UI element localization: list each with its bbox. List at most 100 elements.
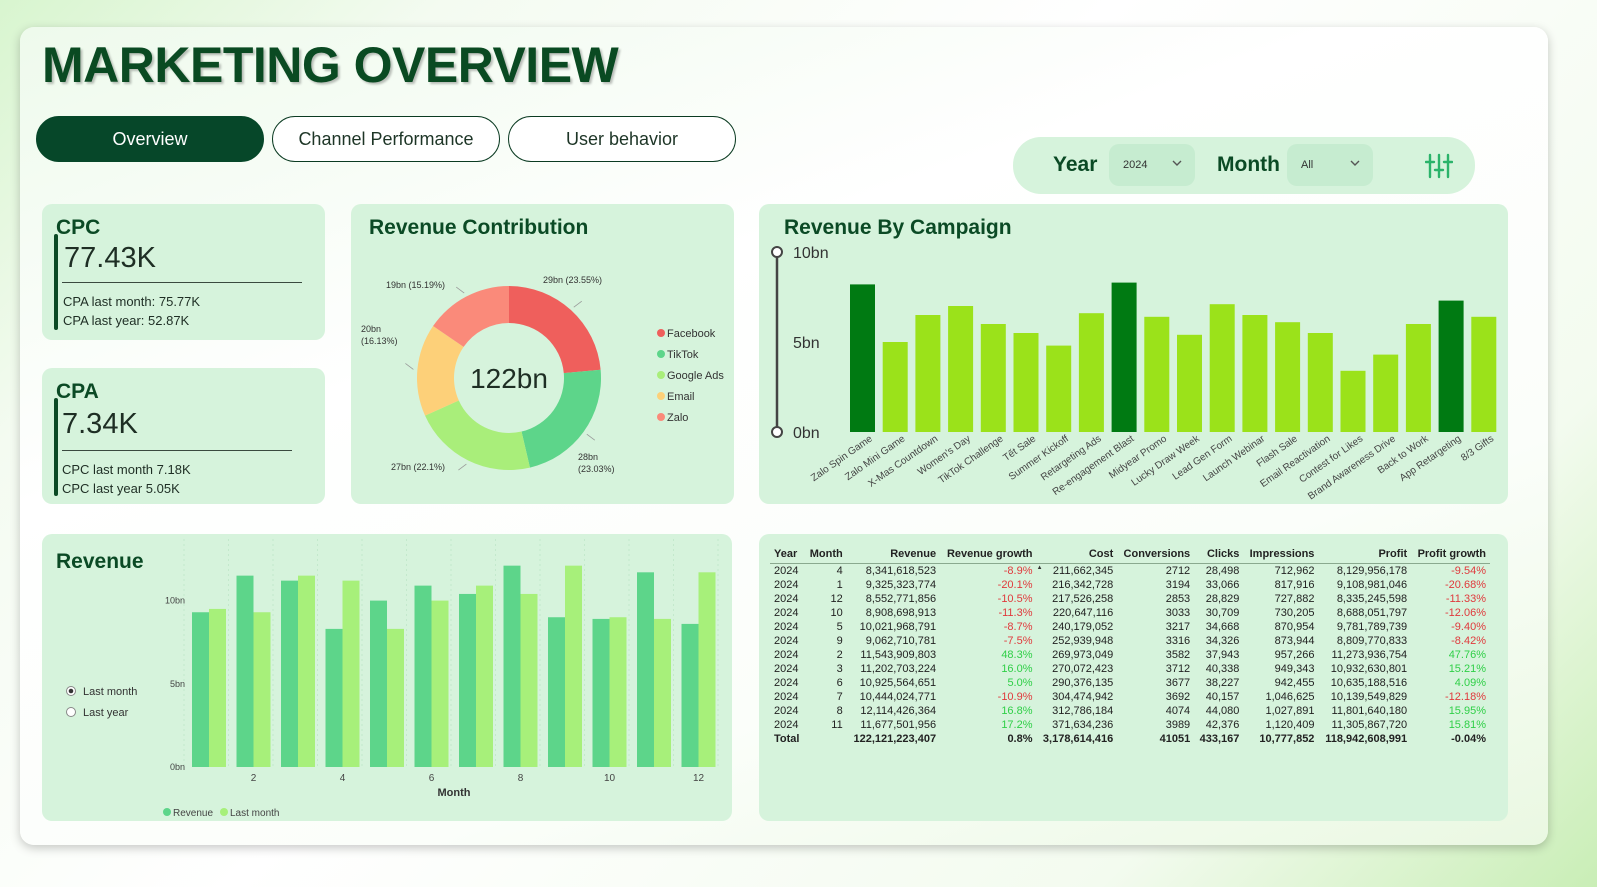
revenue-bar[interactable] [370, 600, 387, 767]
range-slider-handle-top[interactable] [771, 246, 783, 258]
table-row[interactable]: 2024 8 12,114,426,364 16.8% 312,786,184 4074 4… [770, 704, 1490, 718]
table-row[interactable]: 2024 2 11,543,909,803 48.3% 269,973,049 3582 3… [770, 648, 1490, 662]
campaign-bar[interactable] [1242, 315, 1268, 432]
table-cell: -10.5% [997, 593, 1033, 605]
campaign-bar[interactable] [1013, 333, 1039, 432]
table-row[interactable]: 2024 3 11,202,703,224 16.0% 270,072,423 3712 4… [770, 662, 1490, 676]
campaign-bar[interactable] [1078, 313, 1104, 432]
column-header[interactable]: Revenue growth ▲ [940, 545, 1043, 571]
kpi-comparison-last-year: CPC last year 5.05K [62, 481, 180, 496]
table-row[interactable]: 2024 9 9,062,710,781 -7.5% 252,939,948 3316 34… [770, 634, 1490, 648]
campaign-bar[interactable] [1340, 370, 1366, 432]
campaign-bar[interactable] [915, 315, 941, 432]
campaign-bar[interactable] [980, 324, 1006, 432]
campaign-bar[interactable] [1373, 354, 1399, 432]
revenue-bar[interactable] [459, 593, 476, 767]
revenue-bar[interactable] [281, 580, 298, 767]
revenue-bar[interactable] [325, 628, 343, 767]
campaign-bar[interactable] [1209, 304, 1235, 432]
revenue-bar[interactable] [192, 612, 209, 767]
radio-label[interactable]: Last year [83, 707, 129, 719]
campaign-bar[interactable] [1111, 282, 1137, 432]
last-month-bar[interactable] [609, 617, 627, 767]
table-row[interactable]: 2024 4 8,341,618,523 -8.9% 211,662,345 2712 28… [770, 563, 1490, 578]
campaign-bar[interactable] [1438, 300, 1464, 432]
table-row[interactable]: 2024 10 8,908,698,913 -11.3% 220,647,116 3033… [770, 606, 1490, 620]
last-month-bar[interactable] [253, 612, 271, 767]
column-header[interactable]: Conversions [1117, 545, 1194, 564]
campaign-bar[interactable] [1177, 334, 1202, 432]
donut-slice-google-ads[interactable] [425, 400, 530, 470]
last-month-bar[interactable] [654, 618, 671, 767]
table-row[interactable]: 2024 6 10,925,564,651 5.0% 290,376,135 3677 38… [770, 676, 1490, 690]
legend-label[interactable]: Zalo [667, 412, 688, 424]
revenue-bar[interactable] [503, 565, 521, 767]
column-header[interactable]: Month [804, 545, 846, 564]
campaign-bar[interactable] [1046, 345, 1072, 432]
revenue-contribution-donut: 29bn (23.55%) 28bn (23.03%) 27bn (22.1%) 20b… [361, 275, 724, 474]
campaign-bar[interactable] [1144, 316, 1170, 432]
radio-button[interactable] [66, 707, 76, 717]
tab-channel-performance[interactable]: Channel Performance [272, 116, 500, 162]
legend-label[interactable]: Google Ads [667, 370, 724, 382]
total-cell [804, 732, 846, 746]
campaign-bar[interactable] [882, 342, 908, 432]
table-cell: -11.3% [998, 607, 1033, 619]
campaign-bar[interactable] [1275, 322, 1301, 432]
last-month-bar[interactable] [565, 565, 582, 767]
last-month-bar[interactable] [387, 628, 404, 767]
campaign-bar[interactable] [948, 306, 974, 432]
table-cell: 8,908,698,913 [865, 607, 937, 619]
column-header[interactable]: Revenue [847, 545, 940, 564]
revenue-bar[interactable] [681, 623, 699, 767]
table-row[interactable]: 2024 12 8,552,771,856 -10.5% 217,526,258 2853… [770, 592, 1490, 606]
donut-slice-facebook[interactable] [509, 286, 601, 374]
revenue-bar[interactable] [548, 617, 565, 767]
radio-label[interactable]: Last month [83, 686, 137, 698]
year-select[interactable]: 2024 [1109, 144, 1195, 186]
column-header[interactable]: Year [770, 545, 804, 564]
tab-user-behavior[interactable]: User behavior [508, 116, 736, 162]
last-month-bar[interactable] [520, 593, 538, 767]
table-cell: 3217 [1165, 621, 1191, 633]
sliders-icon[interactable] [1425, 152, 1453, 180]
table-row[interactable]: 2024 1 9,325,323,774 -20.1% 216,342,728 3194 3… [770, 578, 1490, 592]
campaign-bar[interactable] [1307, 333, 1333, 432]
range-slider-handle-bottom[interactable] [771, 426, 783, 438]
legend-label[interactable]: Revenue [173, 808, 213, 819]
table-cell: 8,552,771,856 [865, 593, 937, 605]
column-header[interactable]: Profit [1318, 545, 1411, 564]
campaign-bar[interactable] [1405, 324, 1431, 432]
revenue-bar[interactable] [414, 585, 432, 767]
last-month-bar[interactable] [342, 580, 360, 767]
revenue-bar[interactable] [236, 575, 254, 767]
table-cell: 2712 [1117, 563, 1195, 578]
column-header[interactable]: Cost [1037, 545, 1118, 564]
last-month-bar[interactable] [698, 572, 716, 767]
table-row[interactable]: 2024 7 10,444,024,771 -10.9% 304,474,942 3692… [770, 690, 1490, 704]
column-header[interactable]: Impressions [1243, 545, 1318, 564]
table-row[interactable]: 2024 11 11,677,501,956 17.2% 371,634,236 3989… [770, 718, 1490, 732]
legend-label[interactable]: Email [667, 391, 695, 403]
last-month-bar[interactable] [209, 608, 226, 767]
tab-overview[interactable]: Overview [36, 116, 264, 162]
column-header[interactable]: Clicks [1194, 545, 1243, 564]
month-select[interactable]: All [1287, 144, 1373, 186]
y-tick-label: 10bn [793, 245, 829, 262]
last-month-bar[interactable] [298, 575, 315, 767]
legend-label[interactable]: Facebook [667, 328, 716, 340]
campaign-bar[interactable] [850, 284, 875, 432]
table-cell: 40,338 [1205, 663, 1240, 675]
revenue-bar[interactable] [592, 618, 610, 767]
table-cell: 28,498 [1194, 563, 1244, 578]
column-header[interactable]: Profit growth [1411, 545, 1490, 564]
last-month-bar[interactable] [476, 585, 493, 767]
table-cell: 7 [836, 691, 843, 703]
table-row[interactable]: 2024 5 10,021,968,791 -8.7% 240,179,052 3217 3… [770, 620, 1490, 634]
last-month-bar[interactable] [431, 600, 449, 767]
revenue-bar[interactable] [637, 572, 654, 767]
legend-label[interactable]: TikTok [667, 349, 699, 361]
legend-label[interactable]: Last month [230, 808, 279, 819]
campaign-bar[interactable] [1471, 316, 1497, 432]
table-cell: 47.76% [1448, 649, 1486, 661]
